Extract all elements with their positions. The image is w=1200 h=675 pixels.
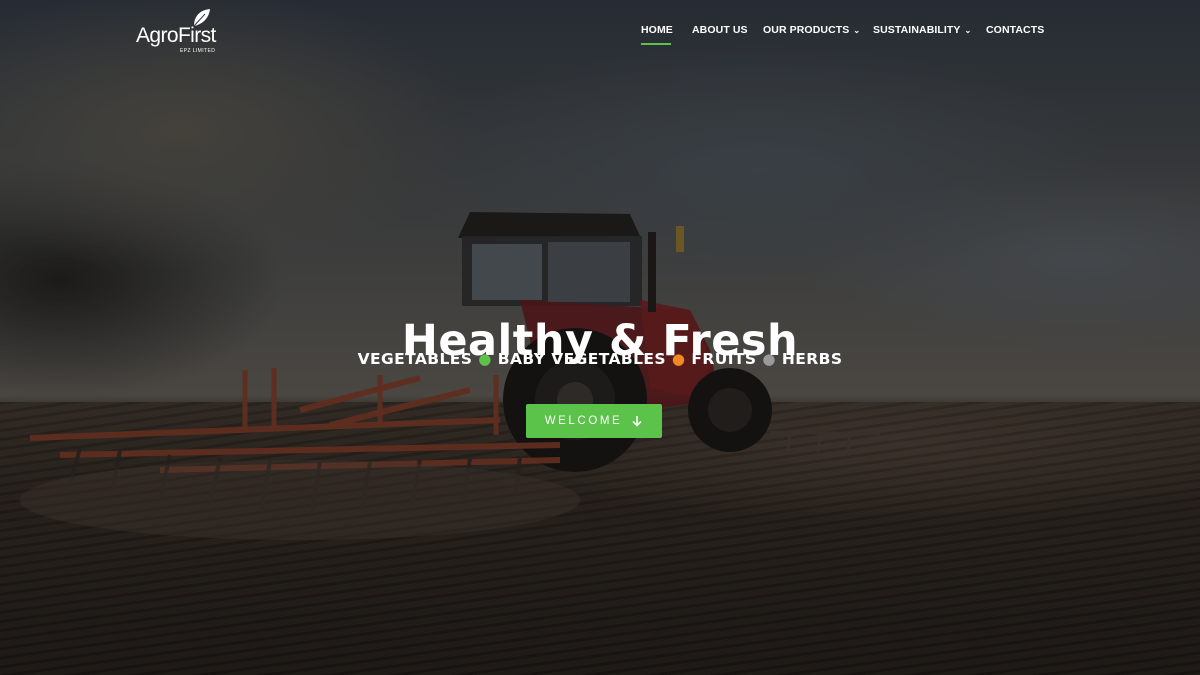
brand-name: AgroFirst <box>136 24 216 47</box>
category-vegetables: VEGETABLES <box>357 350 473 368</box>
nav-item-label: SUSTAINABILITY <box>873 24 961 36</box>
category-baby-vegetables: BABY VEGETABLES <box>497 350 666 368</box>
welcome-button[interactable]: WELCOME <box>526 404 662 438</box>
active-indicator <box>641 43 671 45</box>
nav-item-contacts[interactable]: CONTACTS <box>986 22 1044 46</box>
nav-item-sustainability[interactable]: SUSTAINABILITY ⌄ <box>873 22 971 46</box>
nav-item-label: HOME <box>641 24 673 36</box>
category-fruits: FRUITS <box>691 350 757 368</box>
category-herbs: HERBS <box>781 350 843 368</box>
bullet-dot-icon: ● <box>671 350 686 368</box>
nav-item-label: ABOUT US <box>692 24 748 36</box>
nav-item-our-products[interactable]: OUR PRODUCTS ⌄ <box>763 22 860 46</box>
bullet-dot-icon: ● <box>478 350 492 368</box>
welcome-button-label: WELCOME <box>544 415 623 427</box>
brand-subtitle: EPZ LIMITED <box>180 48 216 54</box>
nav-item-home[interactable]: HOME <box>641 22 673 46</box>
chevron-down-icon: ⌄ <box>964 26 972 35</box>
chevron-down-icon: ⌄ <box>853 26 861 35</box>
arrow-down-icon <box>632 416 642 427</box>
brand-logo[interactable]: AgroFirst EPZ LIMITED <box>136 8 222 56</box>
nav-item-label: CONTACTS <box>986 24 1045 36</box>
hero-categories: VEGETABLES ● BABY VEGETABLES ● FRUITS ● HERBS <box>0 348 1200 370</box>
nav-item-label: OUR PRODUCTS <box>763 24 850 36</box>
site-header: AgroFirst EPZ LIMITED HOME ABOUT US OUR … <box>0 0 1200 62</box>
bullet-dot-icon: ● <box>762 350 776 368</box>
nav-item-about-us[interactable]: ABOUT US <box>692 22 748 46</box>
